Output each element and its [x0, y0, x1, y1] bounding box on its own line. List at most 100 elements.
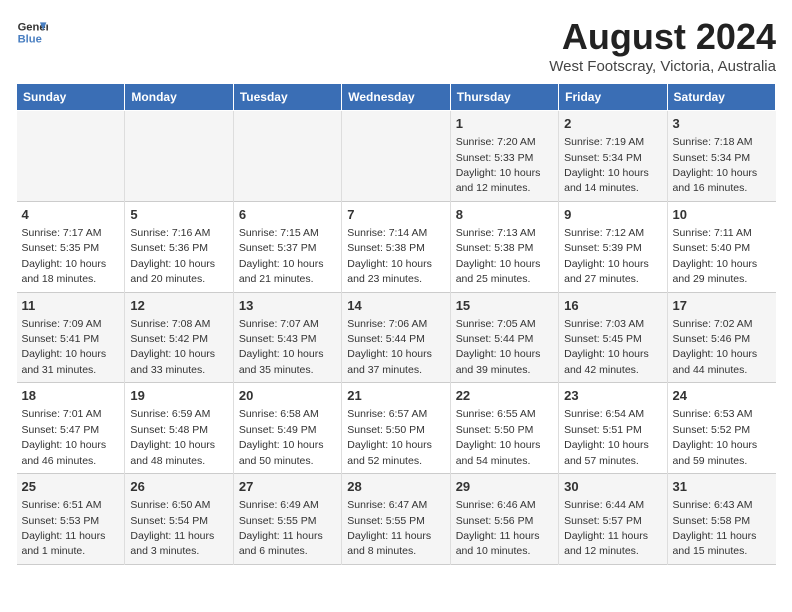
day-info: Sunrise: 7:15 AM Sunset: 5:37 PM Dayligh… [239, 227, 324, 285]
day-cell: 18Sunrise: 7:01 AM Sunset: 5:47 PM Dayli… [17, 383, 125, 474]
day-number: 28 [347, 478, 444, 496]
day-number: 19 [130, 387, 227, 405]
day-cell: 29 Sunrise: 6:46 AM Sunset: 5:56 PM Dayli… [450, 474, 558, 565]
svg-text:Blue: Blue [18, 33, 42, 45]
day-cell [233, 111, 341, 202]
day-info: Sunrise: 7:08 AM Sunset: 5:42 PM Dayligh… [130, 318, 215, 376]
day-cell: 12 Sunrise: 7:08 AM Sunset: 5:42 PM Dayli… [125, 292, 233, 383]
day-info: Sunrise: 6:46 AM Sunset: 5:56 PM Dayligh… [456, 499, 540, 557]
day-number: 1 [456, 115, 553, 133]
day-number: 9 [564, 206, 661, 224]
day-info: Sunrise: 7:02 AM Sunset: 5:46 PM Dayligh… [673, 318, 758, 376]
day-number: 7 [347, 206, 444, 224]
week-row-2: 4 Sunrise: 7:17 AM Sunset: 5:35 PM Daylig… [17, 201, 776, 292]
day-cell: 16 Sunrise: 7:03 AM Sunset: 5:45 PM Dayli… [559, 292, 667, 383]
day-info: Sunrise: 6:50 AM Sunset: 5:54 PM Dayligh… [130, 499, 214, 557]
day-number: 3 [673, 115, 771, 133]
day-info: Sunrise: 7:03 AM Sunset: 5:45 PM Dayligh… [564, 318, 649, 376]
day-info: Sunrise: 7:12 AM Sunset: 5:39 PM Dayligh… [564, 227, 649, 285]
day-number: 17 [673, 297, 771, 315]
day-cell: 4 Sunrise: 7:17 AM Sunset: 5:35 PM Daylig… [17, 201, 125, 292]
day-cell: 25 Sunrise: 6:51 AM Sunset: 5:53 PM Dayli… [17, 474, 125, 565]
day-number: 14 [347, 297, 444, 315]
day-cell: 14 Sunrise: 7:06 AM Sunset: 5:44 PM Dayli… [342, 292, 450, 383]
day-number: 24 [673, 387, 771, 405]
day-cell: 10Sunrise: 7:11 AM Sunset: 5:40 PM Dayli… [667, 201, 775, 292]
day-info: Sunrise: 6:58 AM Sunset: 5:49 PM Dayligh… [239, 408, 324, 466]
title-block: August 2024 West Footscray, Victoria, Au… [549, 16, 776, 75]
day-cell: 27Sunrise: 6:49 AM Sunset: 5:55 PM Dayli… [233, 474, 341, 565]
day-cell: 11 Sunrise: 7:09 AM Sunset: 5:41 PM Dayli… [17, 292, 125, 383]
day-info: Sunrise: 6:43 AM Sunset: 5:58 PM Dayligh… [673, 499, 757, 557]
day-info: Sunrise: 7:17 AM Sunset: 5:35 PM Dayligh… [22, 227, 107, 285]
day-cell: 15Sunrise: 7:05 AM Sunset: 5:44 PM Dayli… [450, 292, 558, 383]
week-row-1: 1 Sunrise: 7:20 AM Sunset: 5:33 PM Daylig… [17, 111, 776, 202]
day-info: Sunrise: 6:55 AM Sunset: 5:50 PM Dayligh… [456, 408, 541, 466]
day-info: Sunrise: 7:20 AM Sunset: 5:33 PM Dayligh… [456, 136, 541, 194]
day-number: 23 [564, 387, 661, 405]
day-number: 25 [22, 478, 120, 496]
weekday-header-thursday: Thursday [450, 84, 558, 111]
day-info: Sunrise: 6:53 AM Sunset: 5:52 PM Dayligh… [673, 408, 758, 466]
weekday-header-friday: Friday [559, 84, 667, 111]
day-number: 8 [456, 206, 553, 224]
day-cell: 19 Sunrise: 6:59 AM Sunset: 5:48 PM Dayli… [125, 383, 233, 474]
day-cell: 13 Sunrise: 7:07 AM Sunset: 5:43 PM Dayli… [233, 292, 341, 383]
day-cell: 7 Sunrise: 7:14 AM Sunset: 5:38 PM Daylig… [342, 201, 450, 292]
day-info: Sunrise: 7:09 AM Sunset: 5:41 PM Dayligh… [22, 318, 107, 376]
day-info: Sunrise: 7:14 AM Sunset: 5:38 PM Dayligh… [347, 227, 432, 285]
day-info: Sunrise: 7:19 AM Sunset: 5:34 PM Dayligh… [564, 136, 649, 194]
day-info: Sunrise: 7:18 AM Sunset: 5:34 PM Dayligh… [673, 136, 758, 194]
day-cell: 26 Sunrise: 6:50 AM Sunset: 5:54 PM Dayli… [125, 474, 233, 565]
day-cell: 24 Sunrise: 6:53 AM Sunset: 5:52 PM Dayli… [667, 383, 775, 474]
day-cell: 6 Sunrise: 7:15 AM Sunset: 5:37 PM Daylig… [233, 201, 341, 292]
weekday-header-tuesday: Tuesday [233, 84, 341, 111]
day-info: Sunrise: 6:44 AM Sunset: 5:57 PM Dayligh… [564, 499, 648, 557]
day-cell: 22 Sunrise: 6:55 AM Sunset: 5:50 PM Dayli… [450, 383, 558, 474]
day-info: Sunrise: 7:13 AM Sunset: 5:38 PM Dayligh… [456, 227, 541, 285]
day-number: 4 [22, 206, 120, 224]
day-cell [342, 111, 450, 202]
day-info: Sunrise: 7:16 AM Sunset: 5:36 PM Dayligh… [130, 227, 215, 285]
day-number: 10 [673, 206, 771, 224]
day-info: Sunrise: 6:47 AM Sunset: 5:55 PM Dayligh… [347, 499, 431, 557]
day-number: 12 [130, 297, 227, 315]
day-info: Sunrise: 6:59 AM Sunset: 5:48 PM Dayligh… [130, 408, 215, 466]
day-cell: 20 Sunrise: 6:58 AM Sunset: 5:49 PM Dayli… [233, 383, 341, 474]
day-cell [125, 111, 233, 202]
day-number: 11 [22, 297, 120, 315]
day-cell: 9 Sunrise: 7:12 AM Sunset: 5:39 PM Daylig… [559, 201, 667, 292]
day-cell: 23Sunrise: 6:54 AM Sunset: 5:51 PM Dayli… [559, 383, 667, 474]
day-number: 31 [673, 478, 771, 496]
day-cell: 30 Sunrise: 6:44 AM Sunset: 5:57 PM Dayli… [559, 474, 667, 565]
logo: General Blue [16, 16, 48, 48]
day-cell: 31 Sunrise: 6:43 AM Sunset: 5:58 PM Dayli… [667, 474, 775, 565]
week-row-5: 25 Sunrise: 6:51 AM Sunset: 5:53 PM Dayli… [17, 474, 776, 565]
calendar-table: SundayMondayTuesdayWednesdayThursdayFrid… [16, 83, 776, 565]
day-number: 6 [239, 206, 336, 224]
weekday-header-monday: Monday [125, 84, 233, 111]
day-info: Sunrise: 7:05 AM Sunset: 5:44 PM Dayligh… [456, 318, 541, 376]
day-info: Sunrise: 7:01 AM Sunset: 5:47 PM Dayligh… [22, 408, 107, 466]
day-number: 20 [239, 387, 336, 405]
weekday-header-row: SundayMondayTuesdayWednesdayThursdayFrid… [17, 84, 776, 111]
day-number: 27 [239, 478, 336, 496]
day-info: Sunrise: 6:51 AM Sunset: 5:53 PM Dayligh… [22, 499, 106, 557]
weekday-header-saturday: Saturday [667, 84, 775, 111]
day-number: 16 [564, 297, 661, 315]
day-info: Sunrise: 7:06 AM Sunset: 5:44 PM Dayligh… [347, 318, 432, 376]
day-number: 5 [130, 206, 227, 224]
day-number: 21 [347, 387, 444, 405]
day-number: 29 [456, 478, 553, 496]
day-number: 13 [239, 297, 336, 315]
logo-icon: General Blue [16, 16, 48, 48]
day-number: 26 [130, 478, 227, 496]
day-number: 22 [456, 387, 553, 405]
day-info: Sunrise: 7:07 AM Sunset: 5:43 PM Dayligh… [239, 318, 324, 376]
day-number: 2 [564, 115, 661, 133]
day-number: 30 [564, 478, 661, 496]
day-cell: 21Sunrise: 6:57 AM Sunset: 5:50 PM Dayli… [342, 383, 450, 474]
day-cell: 3 Sunrise: 7:18 AM Sunset: 5:34 PM Daylig… [667, 111, 775, 202]
week-row-3: 11 Sunrise: 7:09 AM Sunset: 5:41 PM Dayli… [17, 292, 776, 383]
day-cell: 8 Sunrise: 7:13 AM Sunset: 5:38 PM Daylig… [450, 201, 558, 292]
